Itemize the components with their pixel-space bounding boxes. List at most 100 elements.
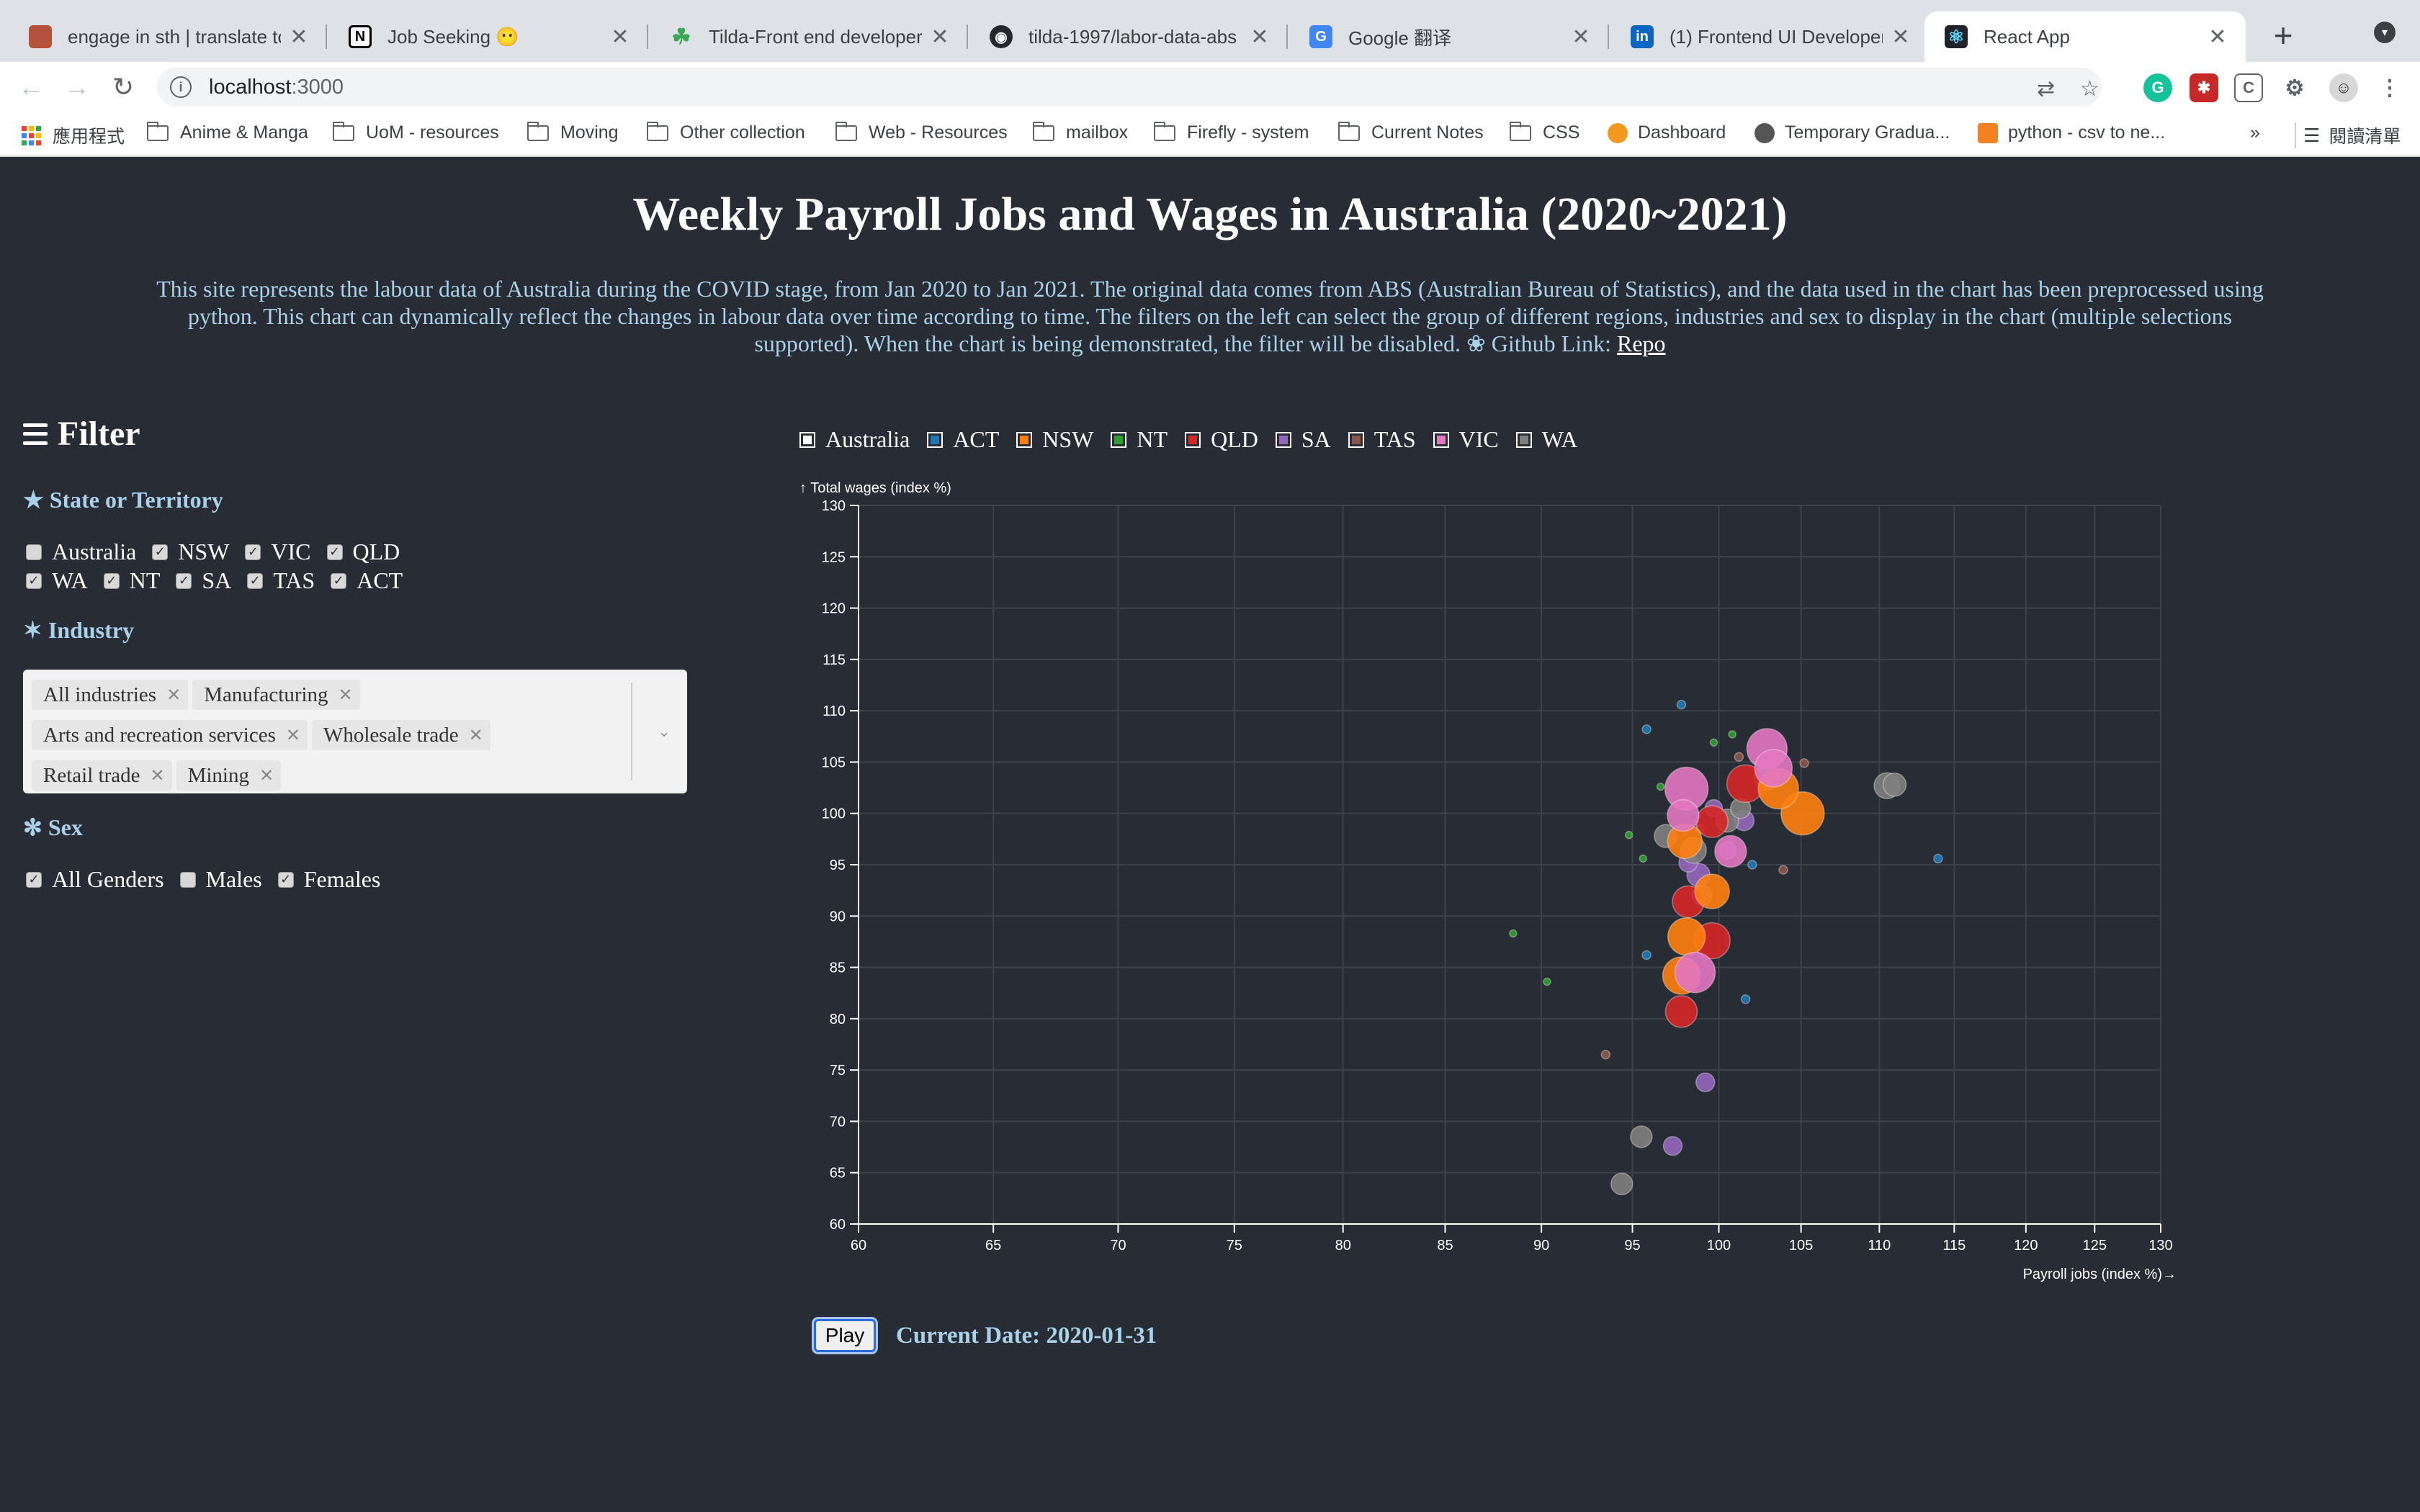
- checkbox[interactable]: ✓: [103, 572, 120, 589]
- checkbox[interactable]: ✓: [26, 572, 42, 589]
- bookmark-folder[interactable]: Moving: [527, 121, 619, 143]
- tab-search-icon[interactable]: ▾: [2374, 22, 2396, 43]
- state-checkbox-act[interactable]: ✓ ACT: [331, 567, 403, 594]
- more-menu-icon[interactable]: ⋮: [2375, 73, 2404, 102]
- translate-icon[interactable]: ⇄: [2037, 76, 2055, 102]
- checkbox[interactable]: [26, 544, 42, 560]
- reading-list-button[interactable]: ☰ 閱讀清單: [2295, 122, 2401, 148]
- checkbox[interactable]: ✓: [331, 572, 347, 589]
- bookmark-folder[interactable]: mailbox: [1033, 121, 1128, 143]
- checkbox[interactable]: ✓: [152, 544, 169, 560]
- close-icon[interactable]: ✕: [288, 24, 310, 50]
- chip-remove-icon[interactable]: ✕: [469, 725, 483, 745]
- state-checkbox-vic[interactable]: ✓ VIC: [245, 539, 311, 565]
- state-checkbox-wa[interactable]: ✓ WA: [26, 567, 88, 594]
- state-checkbox-qld[interactable]: ✓ QLD: [326, 539, 400, 565]
- browser-tab[interactable]: ☘ Tilda-Front end developer - ✕: [650, 12, 968, 62]
- bookmark-folder[interactable]: Other collection: [647, 121, 805, 143]
- tab-title: React App: [1984, 25, 2070, 48]
- extension-c-icon[interactable]: C: [2234, 73, 2263, 102]
- checkbox[interactable]: ✓: [245, 544, 261, 560]
- browser-tab[interactable]: cambridge-icon engage in sth | translate…: [9, 12, 327, 62]
- sex-checkbox-males[interactable]: Males: [179, 866, 262, 893]
- avatar[interactable]: ☺: [2329, 73, 2358, 102]
- legend-item[interactable]: Australia: [799, 426, 910, 453]
- checkbox[interactable]: [179, 871, 196, 888]
- close-icon[interactable]: ✕: [1890, 24, 1912, 50]
- close-icon[interactable]: ✕: [2207, 24, 2228, 50]
- checkbox[interactable]: ✓: [26, 871, 42, 888]
- close-icon[interactable]: ✕: [1249, 24, 1270, 50]
- extension-red-icon[interactable]: ✱: [2190, 73, 2218, 102]
- sex-checkbox-all[interactable]: ✓ All Genders: [26, 866, 164, 893]
- state-checkbox-nsw[interactable]: ✓ NSW: [152, 539, 229, 565]
- close-icon[interactable]: ✕: [609, 24, 631, 50]
- legend-item[interactable]: TAS: [1348, 426, 1416, 453]
- industry-multiselect[interactable]: All industries ✕ Manufacturing ✕ Arts and r…: [23, 670, 687, 793]
- bookmark-star-icon[interactable]: ☆: [2080, 76, 2099, 102]
- bookmark-folder[interactable]: Web - Resources: [835, 121, 1008, 143]
- chevron-down-icon[interactable]: ⌄: [650, 717, 678, 746]
- close-icon[interactable]: ✕: [929, 24, 951, 50]
- data-point-wa: [1882, 773, 1907, 797]
- state-checkbox-sa[interactable]: ✓ SA: [176, 567, 231, 594]
- new-tab-button[interactable]: +: [2262, 16, 2305, 55]
- close-icon[interactable]: ✕: [1570, 24, 1592, 50]
- puzzle-icon[interactable]: ⚙: [2280, 73, 2309, 102]
- bookmark-site[interactable]: python - csv to ne...: [1978, 122, 2165, 143]
- browser-tab[interactable]: N Job Seeking 😶 ✕: [328, 12, 648, 62]
- state-checkbox-tas[interactable]: ✓ TAS: [247, 567, 315, 594]
- chip-remove-icon[interactable]: ✕: [150, 765, 164, 786]
- chip-remove-icon[interactable]: ✕: [166, 685, 181, 705]
- legend-item[interactable]: QLD: [1185, 426, 1258, 453]
- checkbox[interactable]: ✓: [277, 871, 294, 888]
- state-checkbox-australia[interactable]: Australia: [26, 539, 136, 565]
- state-checkbox-nt[interactable]: ✓ NT: [103, 567, 160, 594]
- chip-remove-icon[interactable]: ✕: [339, 685, 353, 705]
- industry-section-title: ✶ Industry: [23, 617, 134, 643]
- bookmark-label: Moving: [560, 122, 619, 143]
- browser-tab[interactable]: in (1) Frontend UI Developer | ✕: [1610, 12, 1929, 62]
- forward-icon[interactable]: →: [59, 69, 95, 105]
- legend-item[interactable]: VIC: [1433, 426, 1499, 453]
- address-bar[interactable]: i localhost:3000 ⇄ ☆: [157, 68, 2102, 107]
- checkbox-label: All Genders: [52, 866, 164, 892]
- grammarly-icon[interactable]: G: [2143, 73, 2172, 102]
- bookmarks-overflow-button[interactable]: »: [2250, 122, 2260, 143]
- browser-tab-active[interactable]: ⚛ React App ✕: [1924, 12, 2246, 62]
- legend-item[interactable]: WA: [1515, 426, 1578, 453]
- bookmark-folder[interactable]: UoM - resources: [333, 121, 499, 143]
- data-point-wa: [1610, 1172, 1634, 1196]
- bookmark-site[interactable]: Temporary Gradua...: [1754, 122, 1950, 143]
- browser-tab[interactable]: G Google 翻译 ✕: [1289, 12, 1609, 62]
- info-icon[interactable]: i: [170, 76, 192, 98]
- reload-icon[interactable]: ↻: [105, 69, 141, 105]
- select-divider: [631, 683, 632, 780]
- folder-icon: [1510, 121, 1531, 141]
- back-icon[interactable]: ←: [13, 69, 49, 105]
- legend-item[interactable]: NT: [1111, 426, 1168, 453]
- repo-link[interactable]: Repo: [1617, 330, 1666, 356]
- bookmark-site[interactable]: Dashboard: [1608, 122, 1726, 143]
- checkbox[interactable]: ✓: [176, 572, 192, 589]
- play-button[interactable]: Play: [814, 1319, 876, 1352]
- chip-remove-icon[interactable]: ✕: [286, 725, 300, 745]
- checkbox[interactable]: ✓: [247, 572, 264, 589]
- chip-remove-icon[interactable]: ✕: [259, 765, 274, 786]
- bookmark-folder[interactable]: Firefly - system: [1154, 121, 1309, 143]
- legend-item[interactable]: SA: [1275, 426, 1331, 453]
- data-point-act: [1740, 994, 1751, 1004]
- y-tick-label: 125: [822, 549, 846, 565]
- bookmark-folder[interactable]: Current Notes: [1338, 121, 1484, 143]
- tab-title: Job Seeking 😶: [387, 25, 519, 48]
- bookmark-folder[interactable]: Anime & Manga: [147, 121, 308, 143]
- tab-title: (1) Frontend UI Developer |: [1670, 25, 1883, 48]
- legend-item[interactable]: ACT: [927, 426, 999, 453]
- bookmarks-bar: 應用程式 Anime & Manga UoM - resources Movin…: [0, 112, 2420, 157]
- sex-checkbox-females[interactable]: ✓ Females: [277, 866, 380, 893]
- legend-item[interactable]: NSW: [1016, 426, 1093, 453]
- bookmark-apps[interactable]: 應用程式: [22, 122, 125, 148]
- checkbox[interactable]: ✓: [326, 544, 343, 560]
- bookmark-folder[interactable]: CSS: [1510, 121, 1579, 143]
- browser-tab[interactable]: ◉ tilda-1997/labor-data-abs ✕: [969, 12, 1288, 62]
